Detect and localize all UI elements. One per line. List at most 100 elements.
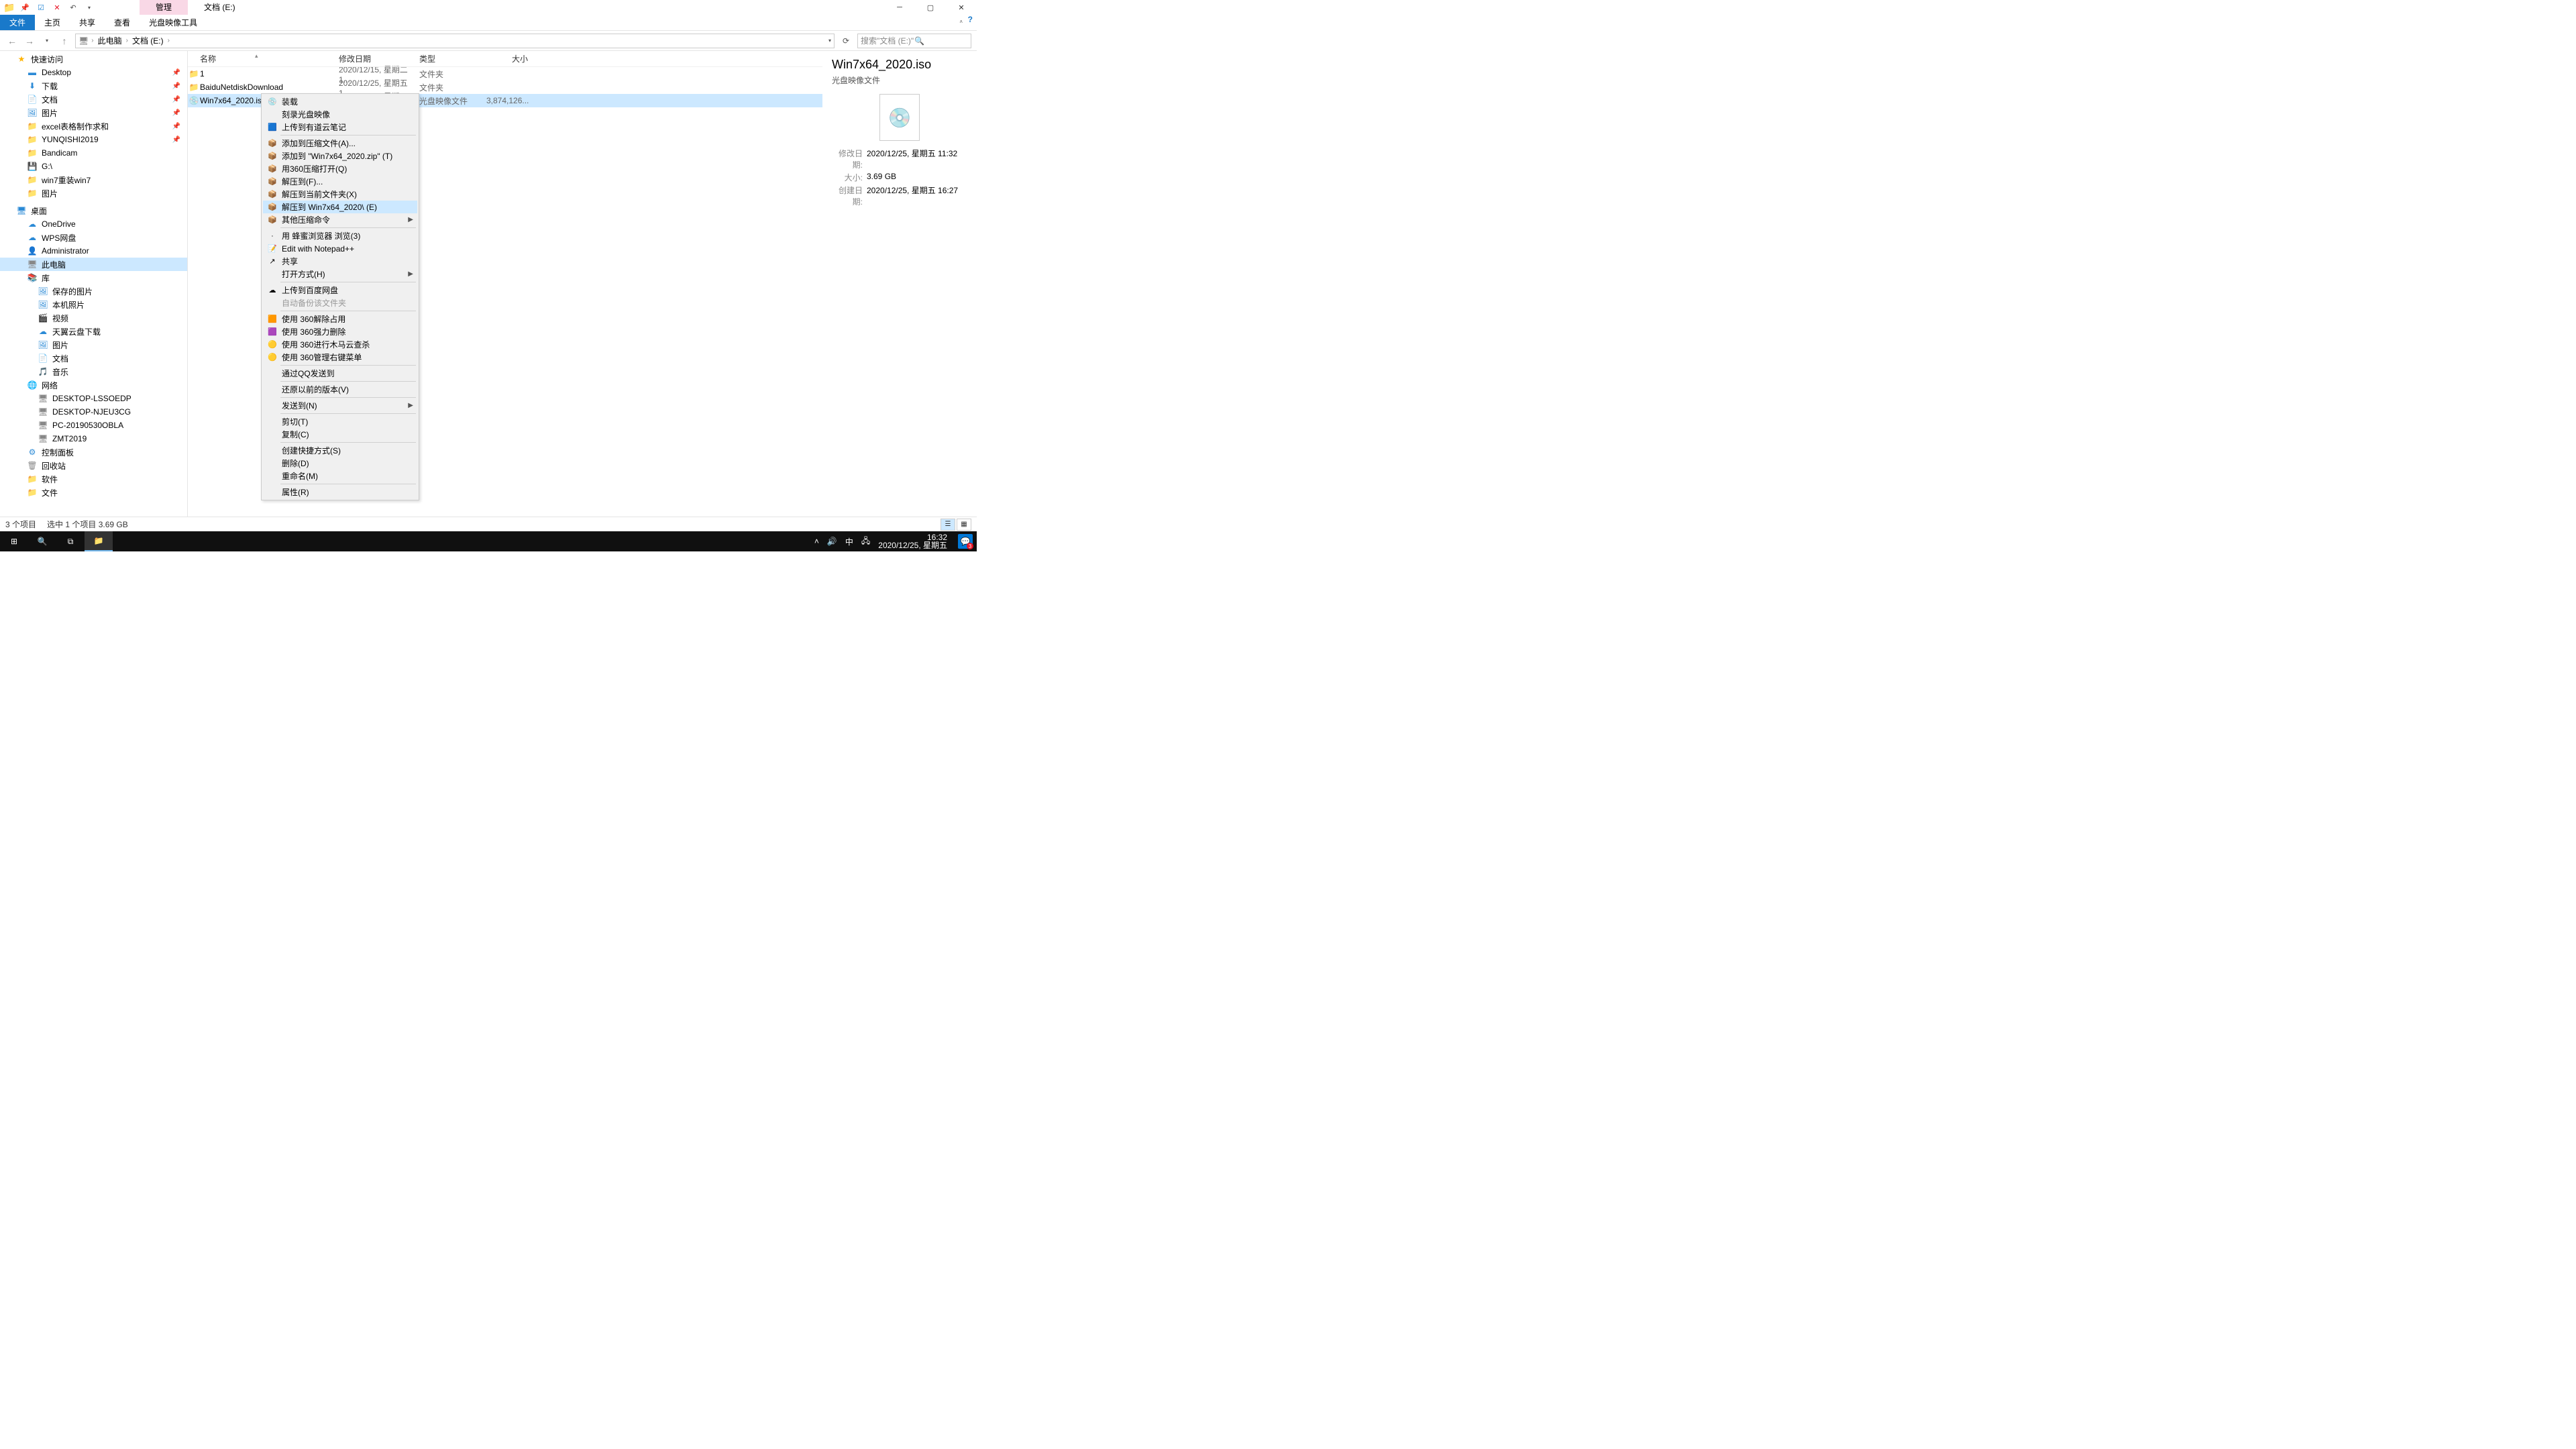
menu-item[interactable]: 🟧使用 360解除占用: [263, 313, 417, 325]
refresh-button[interactable]: ⟳: [839, 36, 853, 46]
qat-pin[interactable]: 📌: [17, 1, 32, 13]
nav-documents[interactable]: 📄文档📌: [0, 93, 187, 106]
ribbon-view[interactable]: 查看: [105, 15, 140, 30]
col-size[interactable]: 大小: [486, 53, 533, 64]
menu-item[interactable]: 删除(D): [263, 457, 417, 470]
view-details-button[interactable]: ☰: [941, 519, 955, 531]
nav-lib-pic[interactable]: 🖼图片: [0, 338, 187, 352]
nav-desktop[interactable]: ▬Desktop📌: [0, 66, 187, 79]
file-row[interactable]: 📁12020/12/15, 星期二 1...文件夹: [188, 67, 822, 80]
ime-icon[interactable]: 中: [845, 536, 853, 547]
ribbon-collapse[interactable]: ˄: [955, 15, 968, 28]
nav-saved-pics[interactable]: 🖼保存的图片: [0, 284, 187, 298]
nav-desktop-root[interactable]: 🖥桌面: [0, 204, 187, 217]
qat-delete[interactable]: ✕: [50, 1, 64, 13]
menu-item[interactable]: 重命名(M): [263, 470, 417, 482]
menu-item[interactable]: 属性(R): [263, 486, 417, 498]
ribbon-iso-tools[interactable]: 光盘映像工具: [140, 15, 207, 30]
menu-item[interactable]: 剪切(T): [263, 415, 417, 428]
menu-item[interactable]: ·用 蜂蜜浏览器 浏览(3): [263, 229, 417, 242]
nav-up[interactable]: ↑: [58, 34, 71, 48]
menu-item[interactable]: 📦添加到压缩文件(A)...: [263, 137, 417, 150]
search-button[interactable]: 🔍: [28, 531, 56, 551]
file-row[interactable]: 📁BaiduNetdiskDownload2020/12/25, 星期五 1..…: [188, 80, 822, 94]
nav-video[interactable]: 🎬视频: [0, 311, 187, 325]
menu-item[interactable]: 还原以前的版本(V): [263, 383, 417, 396]
menu-item[interactable]: 🟡使用 360进行木马云查杀: [263, 338, 417, 351]
action-center-icon[interactable]: 💬3: [958, 534, 973, 549]
menu-item[interactable]: 🟡使用 360管理右键菜单: [263, 351, 417, 364]
nav-win7[interactable]: 📁win7重装win7: [0, 173, 187, 186]
maximize-button[interactable]: ▢: [915, 0, 946, 15]
menu-item[interactable]: 📦解压到 Win7x64_2020\ (E): [263, 201, 417, 213]
menu-item[interactable]: 复制(C): [263, 428, 417, 441]
qat-check[interactable]: ☑: [34, 1, 48, 13]
menu-item[interactable]: 发送到(N)▶: [263, 399, 417, 412]
menu-item[interactable]: 📦其他压缩命令▶: [263, 213, 417, 226]
close-button[interactable]: ✕: [946, 0, 977, 15]
nav-software[interactable]: 📁软件: [0, 472, 187, 486]
search-input[interactable]: 搜索"文档 (E:)" 🔍: [857, 34, 971, 48]
nav-recycle[interactable]: 🗑回收站: [0, 459, 187, 472]
nav-lib-music[interactable]: 🎵音乐: [0, 365, 187, 378]
nav-wps[interactable]: ☁WPS网盘: [0, 231, 187, 244]
crumb-dropdown[interactable]: ▾: [828, 38, 831, 44]
menu-item[interactable]: 🟪使用 360强力删除: [263, 325, 417, 338]
volume-icon[interactable]: 🔊: [827, 537, 837, 546]
network-icon[interactable]: 🖧: [861, 535, 870, 549]
ribbon-home[interactable]: 主页: [35, 15, 70, 30]
menu-item[interactable]: 通过QQ发送到: [263, 367, 417, 380]
menu-item[interactable]: 创建快捷方式(S): [263, 444, 417, 457]
nav-onedrive[interactable]: ☁OneDrive: [0, 217, 187, 231]
breadcrumb[interactable]: 🖥 › 此电脑 › 文档 (E:) › ▾: [75, 34, 835, 48]
col-name[interactable]: 名称: [188, 53, 339, 64]
nav-lib-doc[interactable]: 📄文档: [0, 352, 187, 365]
menu-item[interactable]: 💿装载: [263, 95, 417, 108]
qat-more[interactable]: ▾: [82, 1, 97, 13]
nav-files[interactable]: 📁文件: [0, 486, 187, 499]
nav-tianyi[interactable]: ☁天翼云盘下载: [0, 325, 187, 338]
nav-net2[interactable]: 🖥DESKTOP-NJEU3CG: [0, 405, 187, 419]
nav-back[interactable]: ←: [5, 34, 19, 48]
nav-gdrive[interactable]: 💾G:\: [0, 160, 187, 173]
nav-net4[interactable]: 🖥ZMT2019: [0, 432, 187, 445]
menu-item[interactable]: 📦解压到(F)...: [263, 175, 417, 188]
nav-history[interactable]: ▾: [40, 34, 54, 48]
nav-admin[interactable]: 👤Administrator: [0, 244, 187, 258]
tab-manage[interactable]: 管理: [140, 0, 188, 15]
nav-forward[interactable]: →: [23, 34, 36, 48]
menu-item[interactable]: 📝Edit with Notepad++: [263, 242, 417, 255]
help-icon[interactable]: ?: [968, 15, 973, 30]
nav-local-photo[interactable]: 🖼本机照片: [0, 298, 187, 311]
task-view-button[interactable]: ⧉: [56, 531, 85, 551]
menu-item[interactable]: 打开方式(H)▶: [263, 268, 417, 280]
menu-item[interactable]: 🟦上传到有道云笔记: [263, 121, 417, 133]
nav-network[interactable]: 🌐网络: [0, 378, 187, 392]
minimize-button[interactable]: ─: [884, 0, 915, 15]
col-type[interactable]: 类型: [419, 53, 486, 64]
nav-library[interactable]: 📚库: [0, 271, 187, 284]
crumb-pc[interactable]: 此电脑: [97, 35, 123, 46]
menu-item[interactable]: 📦用360压缩打开(Q): [263, 162, 417, 175]
ribbon-share[interactable]: 共享: [70, 15, 105, 30]
nav-quick-access[interactable]: ★快速访问: [0, 52, 187, 66]
nav-bandicam[interactable]: 📁Bandicam: [0, 146, 187, 160]
view-icons-button[interactable]: ▦: [957, 519, 971, 531]
tray-overflow-icon[interactable]: ˄: [814, 537, 819, 546]
nav-pictures-cn[interactable]: 📁图片: [0, 186, 187, 200]
nav-downloads[interactable]: ⬇下载📌: [0, 79, 187, 93]
menu-item[interactable]: 刻录光盘映像: [263, 108, 417, 121]
nav-pictures[interactable]: 🖼图片📌: [0, 106, 187, 119]
qat-undo[interactable]: ↶: [66, 1, 80, 13]
menu-item[interactable]: 📦添加到 "Win7x64_2020.zip" (T): [263, 150, 417, 162]
menu-item[interactable]: 📦解压到当前文件夹(X): [263, 188, 417, 201]
ribbon-file[interactable]: 文件: [0, 15, 35, 30]
menu-item[interactable]: ☁上传到百度网盘: [263, 284, 417, 297]
menu-item[interactable]: ↗共享: [263, 255, 417, 268]
col-modified[interactable]: 修改日期: [339, 53, 419, 64]
clock[interactable]: 16:32 2020/12/25, 星期五: [878, 533, 950, 549]
start-button[interactable]: ⊞: [0, 531, 28, 551]
nav-net3[interactable]: 🖥PC-20190530OBLA: [0, 419, 187, 432]
nav-excel[interactable]: 📁excel表格制作求和📌: [0, 119, 187, 133]
nav-control-panel[interactable]: ⚙控制面板: [0, 445, 187, 459]
